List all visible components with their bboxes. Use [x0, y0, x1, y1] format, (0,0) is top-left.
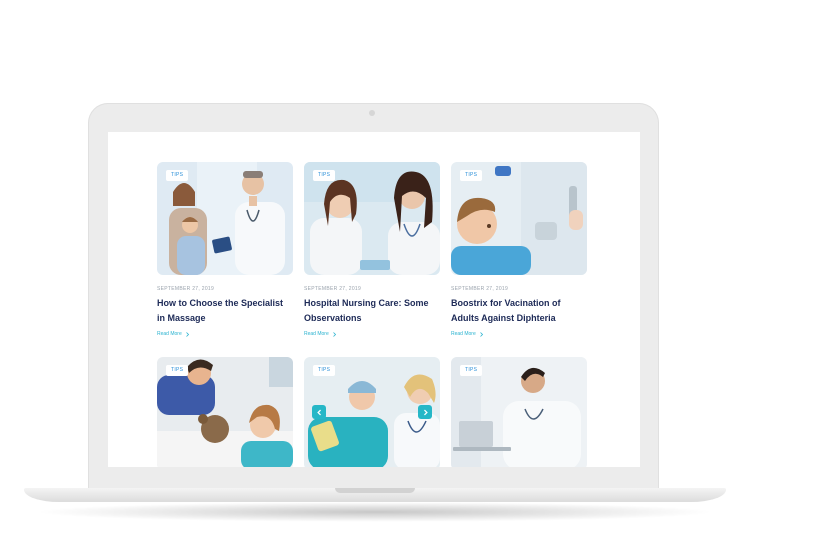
- read-more-link[interactable]: Read More: [451, 331, 587, 337]
- read-more-label: Read More: [451, 331, 476, 337]
- post-card: TIPS: [157, 357, 293, 467]
- read-more-link[interactable]: Read More: [304, 331, 440, 337]
- post-card: TIPS SEPTEMBER 27, 2019 How to Choose th…: [157, 162, 293, 337]
- category-tag[interactable]: TIPS: [460, 170, 483, 181]
- slider-prev-button[interactable]: [312, 405, 326, 419]
- chevron-left-icon: [316, 409, 321, 415]
- post-date: SEPTEMBER 27, 2019: [304, 286, 362, 292]
- chevron-right-icon: [332, 331, 336, 337]
- category-tag[interactable]: TIPS: [313, 365, 336, 376]
- post-date: SEPTEMBER 27, 2019: [451, 286, 509, 292]
- read-more-link[interactable]: Read More: [157, 331, 293, 337]
- chevron-right-icon: [423, 409, 428, 415]
- post-date: SEPTEMBER 27, 2019: [157, 286, 215, 292]
- post-image[interactable]: TIPS: [157, 162, 293, 275]
- post-image[interactable]: TIPS: [451, 357, 587, 467]
- category-tag[interactable]: TIPS: [460, 365, 483, 376]
- post-title[interactable]: Hospital Nursing Care: Some Observations: [304, 296, 440, 326]
- post-image[interactable]: TIPS: [451, 162, 587, 275]
- post-image[interactable]: TIPS: [157, 357, 293, 467]
- post-card: TIPS SEPTEMBER 27, 2019 Hospital Nursing…: [304, 162, 440, 337]
- chevron-right-icon: [479, 331, 483, 337]
- laptop-shadow: [34, 502, 716, 522]
- category-tag[interactable]: TIPS: [313, 170, 336, 181]
- post-title[interactable]: Boostrix for Vacination of Adults Agains…: [451, 296, 587, 326]
- camera-dot: [369, 110, 375, 116]
- post-title[interactable]: How to Choose the Specialist in Massage: [157, 296, 293, 326]
- laptop-screen: TIPS SEPTEMBER 27, 2019 How to Choose th…: [108, 132, 640, 467]
- chevron-right-icon: [185, 331, 189, 337]
- post-card: TIPS: [304, 357, 440, 467]
- slider-next-button[interactable]: [418, 405, 432, 419]
- post-image[interactable]: TIPS: [304, 162, 440, 275]
- category-tag[interactable]: TIPS: [166, 170, 189, 181]
- category-tag[interactable]: TIPS: [166, 365, 189, 376]
- laptop-notch: [335, 488, 415, 493]
- read-more-label: Read More: [157, 331, 182, 337]
- post-card: TIPS: [451, 357, 587, 467]
- read-more-label: Read More: [304, 331, 329, 337]
- laptop-lid: TIPS SEPTEMBER 27, 2019 How to Choose th…: [88, 103, 659, 495]
- post-image[interactable]: TIPS: [304, 357, 440, 467]
- laptop-base: [24, 488, 726, 502]
- post-card: TIPS SEPTEMBER 27, 2019 Boostrix for Vac…: [451, 162, 587, 337]
